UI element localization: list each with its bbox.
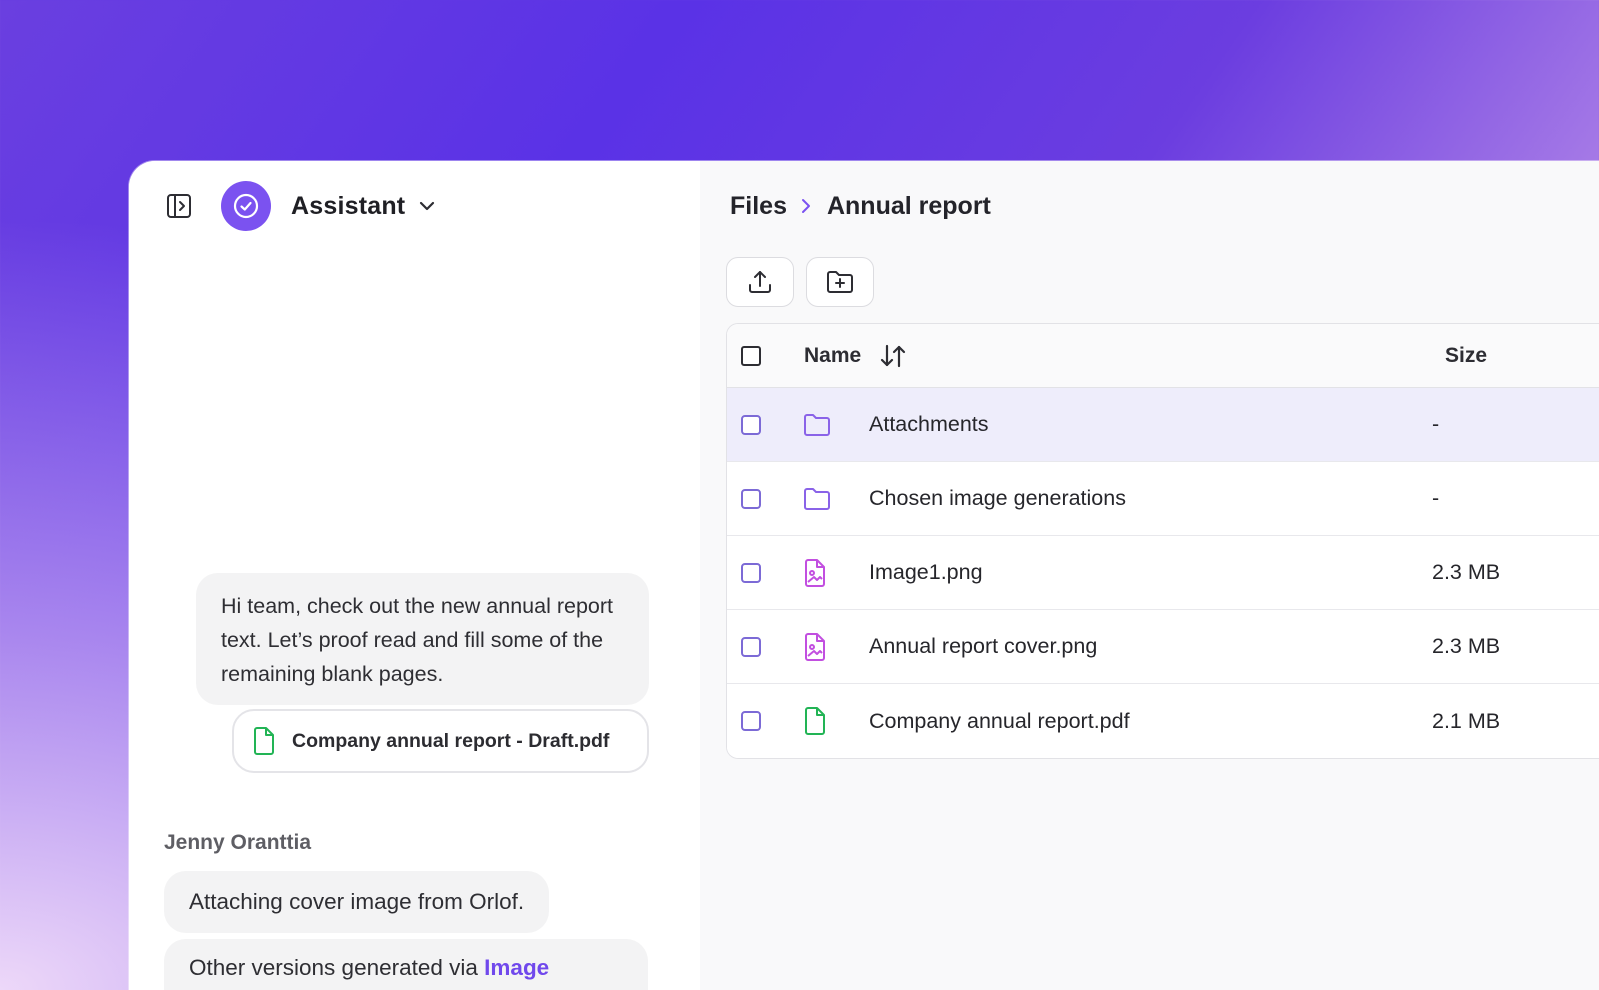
- file-size: -: [1432, 486, 1440, 510]
- app-window: Assistant Hi team, check out the new ann…: [129, 161, 1599, 990]
- sort-icon: [881, 344, 906, 367]
- breadcrumb-files[interactable]: Files: [730, 192, 787, 221]
- assistant-dropdown-button[interactable]: [417, 196, 437, 216]
- table-row[interactable]: Image1.png 2.3 MB: [727, 536, 1599, 610]
- assistant-title[interactable]: Assistant: [291, 192, 405, 221]
- files-toolbar: [726, 257, 874, 307]
- table-row[interactable]: Annual report cover.png 2.3 MB: [727, 610, 1599, 684]
- files-table: Name Size Attachments - Chosen image gen…: [726, 323, 1599, 759]
- folder-icon: [803, 413, 831, 437]
- table-row[interactable]: Company annual report.pdf 2.1 MB: [727, 684, 1599, 758]
- file-name[interactable]: Company annual report.pdf: [869, 709, 1130, 734]
- chat-header: Assistant: [165, 181, 437, 231]
- assistant-avatar: [221, 181, 271, 231]
- sort-button[interactable]: [879, 343, 907, 369]
- file-size: -: [1432, 412, 1440, 436]
- file-name[interactable]: Attachments: [869, 412, 989, 437]
- row-checkbox[interactable]: [741, 414, 761, 435]
- files-panel: Files Annual report Name Size Attachment…: [700, 161, 1599, 990]
- check-circle-icon: [233, 193, 259, 219]
- column-header-name[interactable]: Name: [804, 343, 907, 369]
- chat-message: Attaching cover image from Orlof.: [164, 871, 550, 933]
- column-header-name-label: Name: [804, 343, 862, 367]
- table-header: Name Size: [727, 324, 1599, 388]
- message-link[interactable]: Image: [484, 955, 549, 980]
- chevron-right-icon: [799, 197, 813, 215]
- breadcrumb-current[interactable]: Annual report: [827, 192, 991, 221]
- upload-icon: [749, 271, 771, 293]
- image-file-icon: [803, 632, 827, 661]
- chat-message: Other versions generated via Image: [164, 939, 648, 990]
- table-row[interactable]: Attachments -: [727, 388, 1599, 462]
- chevron-down-icon: [420, 201, 435, 211]
- folder-plus-icon: [827, 271, 853, 293]
- message-text: Other versions generated via: [189, 955, 485, 980]
- chat-panel: Assistant Hi team, check out the new ann…: [129, 161, 700, 990]
- attachment-chip[interactable]: Company annual report - Draft.pdf: [232, 709, 649, 773]
- row-checkbox[interactable]: [741, 488, 761, 509]
- table-row[interactable]: Chosen image generations -: [727, 462, 1599, 536]
- sidebar-toggle-button[interactable]: [165, 192, 193, 220]
- select-all-checkbox[interactable]: [741, 345, 761, 366]
- row-checkbox[interactable]: [741, 636, 761, 657]
- file-name[interactable]: Image1.png: [869, 560, 983, 585]
- new-folder-button[interactable]: [806, 257, 874, 307]
- image-file-icon: [803, 558, 827, 587]
- file-size: 2.1 MB: [1432, 708, 1501, 733]
- sender-name: Jenny Oranttia: [164, 831, 312, 854]
- document-file-icon: [254, 727, 274, 755]
- sidebar-toggle-icon: [167, 194, 191, 218]
- chat-message: Hi team, check out the new annual report…: [196, 573, 649, 705]
- file-size: 2.3 MB: [1432, 560, 1501, 584]
- row-checkbox[interactable]: [741, 562, 761, 583]
- breadcrumb: Files Annual report: [730, 188, 991, 224]
- document-file-icon: [803, 707, 827, 735]
- file-size: 2.3 MB: [1432, 634, 1501, 658]
- folder-icon: [803, 487, 831, 511]
- column-header-size[interactable]: Size: [1445, 344, 1487, 368]
- upload-button[interactable]: [726, 257, 794, 307]
- row-checkbox[interactable]: [741, 711, 761, 731]
- attachment-label: Company annual report - Draft.pdf: [292, 729, 610, 752]
- file-name[interactable]: Annual report cover.png: [869, 634, 1097, 659]
- file-name[interactable]: Chosen image generations: [869, 486, 1126, 511]
